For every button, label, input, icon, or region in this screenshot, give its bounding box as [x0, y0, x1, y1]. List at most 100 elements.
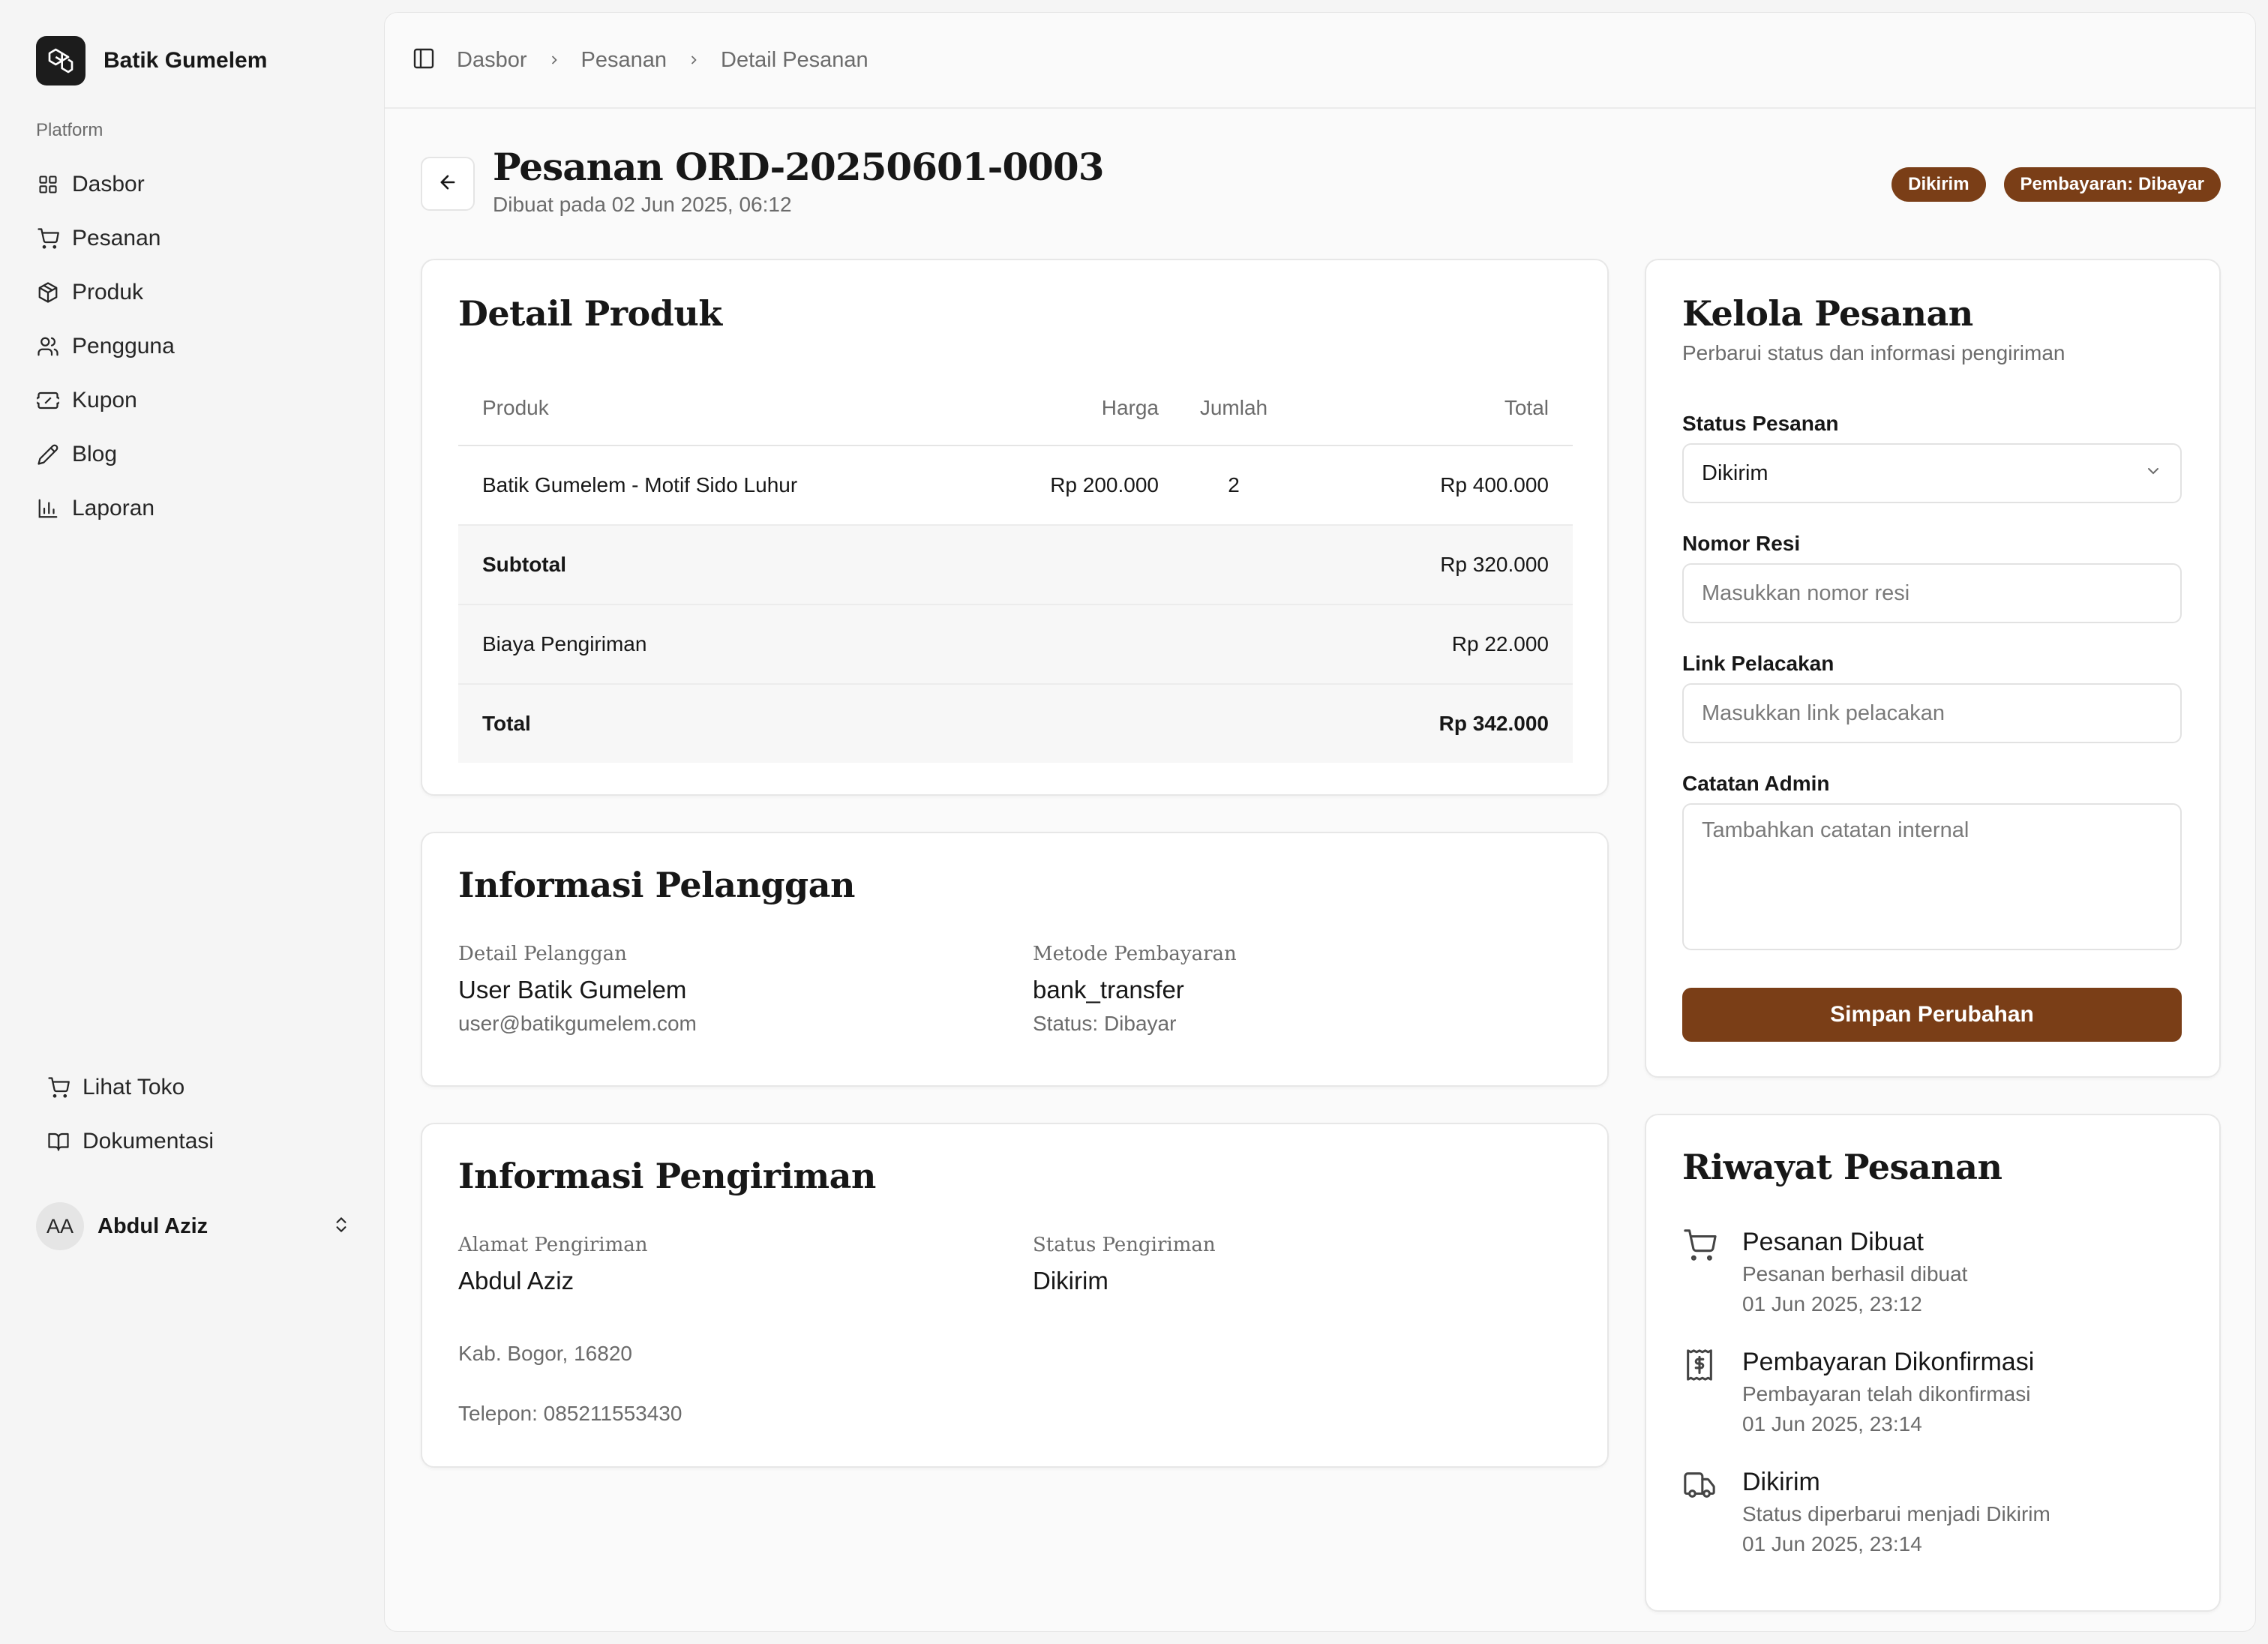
summary-label: Biaya Pengiriman: [482, 632, 647, 656]
card-title: Riwayat Pesanan: [1682, 1147, 2002, 1187]
product-name: Batik Gumelem - Motif Sido Luhur: [482, 473, 798, 496]
resi-input[interactable]: Masukkan nomor resi: [1682, 563, 2182, 623]
breadcrumb-item-current: Detail Pesanan: [721, 47, 868, 72]
pencil-icon: [36, 442, 60, 466]
brand-name: Batik Gumelem: [104, 48, 268, 73]
admin-note-label: Catatan Admin: [1682, 772, 1830, 795]
card-title: Informasi Pengiriman: [458, 1156, 876, 1196]
summary-row-subtotal: Subtotal Rp 320.000: [458, 524, 1573, 604]
recipient-name: Abdul Aziz: [458, 1267, 574, 1294]
admin-note-textarea[interactable]: Tambahkan catatan internal: [1682, 803, 2182, 950]
shipping-city: Kab. Bogor, 16820: [458, 1342, 632, 1365]
summary-value: Rp 342.000: [1438, 712, 1549, 735]
user-name: Abdul Aziz: [98, 1214, 208, 1238]
grid-icon: [36, 172, 60, 196]
sidebar-item-label: Pesanan: [72, 226, 161, 250]
status-badge: Dikirim: [1892, 167, 1986, 202]
payment-method: bank_transfer: [1033, 976, 1184, 1004]
shipping-info-card: Informasi Pengiriman Alamat Pengiriman A…: [421, 1123, 1609, 1468]
cart-icon: [46, 1076, 70, 1100]
payment-status: Status: Dibayar: [1033, 1012, 1177, 1035]
card-subtitle: Perbarui status dan informasi pengiriman: [1682, 341, 2066, 364]
history-title: Pembayaran Dikonfirmasi: [1742, 1348, 2035, 1376]
shipping-phone: Telepon: 085211553430: [458, 1402, 682, 1425]
history-desc: Status diperbarui menjadi Dikirim: [1742, 1502, 2050, 1526]
payment-method-label: Metode Pembayaran: [1033, 943, 1237, 965]
status-label: Status Pesanan: [1682, 412, 1839, 435]
status-select-value: Dikirim: [1702, 460, 1768, 485]
book-icon: [46, 1130, 70, 1154]
customer-name: User Batik Gumelem: [458, 976, 687, 1004]
table-header: Produk Harga Jumlah Total: [458, 371, 1573, 445]
customer-detail-label: Detail Pelanggan: [458, 943, 627, 965]
product-price: Rp 200.000: [1050, 473, 1159, 496]
page-title: Pesanan ORD-20250601-0003: [493, 145, 1105, 189]
history-desc: Pembayaran telah dikonfirmasi: [1742, 1382, 2031, 1406]
sidebar-item-label: Dasbor: [72, 172, 145, 196]
users-icon: [36, 334, 60, 358]
sidebar-item-kupon[interactable]: Kupon: [36, 374, 366, 428]
back-button[interactable]: [421, 157, 475, 211]
sidebar-item-produk[interactable]: Produk: [36, 266, 366, 320]
sidebar-item-label: Laporan: [72, 496, 155, 520]
column-header: Total: [1504, 396, 1549, 419]
avatar: AA: [36, 1202, 84, 1250]
history-desc: Pesanan berhasil dibuat: [1742, 1262, 1968, 1286]
sidebar-item-label: Kupon: [72, 388, 137, 412]
summary-value: Rp 320.000: [1440, 553, 1549, 576]
table-row: Batik Gumelem - Motif Sido Luhur Rp 200.…: [458, 445, 1573, 524]
status-select[interactable]: Dikirim: [1682, 443, 2182, 503]
card-title: Informasi Pelanggan: [458, 865, 855, 905]
tracking-link-input[interactable]: Masukkan link pelacakan: [1682, 683, 2182, 743]
brand[interactable]: Batik Gumelem: [36, 36, 267, 86]
sidebar-item-pesanan[interactable]: Pesanan: [36, 212, 366, 266]
arrow-left-icon: [437, 172, 458, 196]
sidebar-toggle-icon[interactable]: [412, 46, 436, 74]
column-header: Jumlah: [1199, 396, 1268, 419]
shipping-status-label: Status Pengiriman: [1033, 1234, 1216, 1256]
customer-info-card: Informasi Pelanggan Detail Pelanggan Use…: [421, 832, 1609, 1087]
sidebar-item-lihat-toko[interactable]: Lihat Toko: [46, 1060, 362, 1114]
shipping-status: Dikirim: [1033, 1267, 1108, 1294]
summary-label: Subtotal: [482, 553, 566, 576]
status-badges: Dikirim Pembayaran: Dibayar: [1874, 167, 2221, 202]
truck-icon: [1682, 1468, 1717, 1502]
cart-icon: [36, 226, 60, 250]
summary-label: Total: [482, 712, 531, 735]
save-button[interactable]: Simpan Perubahan: [1682, 988, 2182, 1042]
summary-row-total: Total Rp 342.000: [458, 683, 1573, 763]
product-qty: 2: [1228, 473, 1240, 496]
ticket-icon: [36, 388, 60, 412]
logo-icon: [36, 36, 86, 86]
payment-badge: Pembayaran: Dibayar: [2003, 167, 2221, 202]
user-menu[interactable]: AA Abdul Aziz: [36, 1202, 351, 1251]
breadcrumb-item-dasbor[interactable]: Dasbor: [457, 48, 527, 73]
order-history-card: Riwayat Pesanan Pesanan Dibuat Pesanan b…: [1645, 1114, 2221, 1612]
history-time: 01 Jun 2025, 23:14: [1742, 1532, 1922, 1556]
receipt-icon: [1682, 1348, 1717, 1382]
chevron-down-icon: [2144, 461, 2162, 486]
chevron-right-icon: [547, 52, 562, 68]
sidebar-item-laporan[interactable]: Laporan: [36, 482, 366, 536]
sidebar-item-label: Produk: [72, 280, 144, 304]
product-detail-card: Detail Produk Produk Harga Jumlah Total …: [421, 259, 1609, 796]
sidebar-item-dokumentasi[interactable]: Dokumentasi: [46, 1114, 362, 1168]
sidebar-footer-nav: Lihat Toko Dokumentasi: [46, 1060, 362, 1168]
history-title: Dikirim: [1742, 1468, 1820, 1496]
chevrons-up-down-icon: [332, 1215, 351, 1238]
column-header: Produk: [482, 396, 549, 419]
breadcrumb-item-pesanan[interactable]: Pesanan: [581, 48, 668, 73]
summary-value: Rp 22.000: [1451, 632, 1549, 656]
resi-label: Nomor Resi: [1682, 532, 1801, 555]
customer-email: user@batikgumelem.com: [458, 1012, 697, 1035]
box-icon: [36, 280, 60, 304]
product-total: Rp 400.000: [1440, 473, 1549, 496]
page-subtitle: Dibuat pada 02 Jun 2025, 06:12: [493, 193, 792, 216]
sidebar-item-pengguna[interactable]: Pengguna: [36, 320, 366, 374]
sidebar-item-dasbor[interactable]: Dasbor: [36, 158, 366, 212]
sidebar-item-blog[interactable]: Blog: [36, 428, 366, 482]
chevron-right-icon: [686, 52, 701, 68]
sidebar-item-label: Lihat Toko: [82, 1075, 185, 1100]
sidebar-item-label: Pengguna: [72, 334, 175, 358]
history-time: 01 Jun 2025, 23:14: [1742, 1412, 1922, 1436]
